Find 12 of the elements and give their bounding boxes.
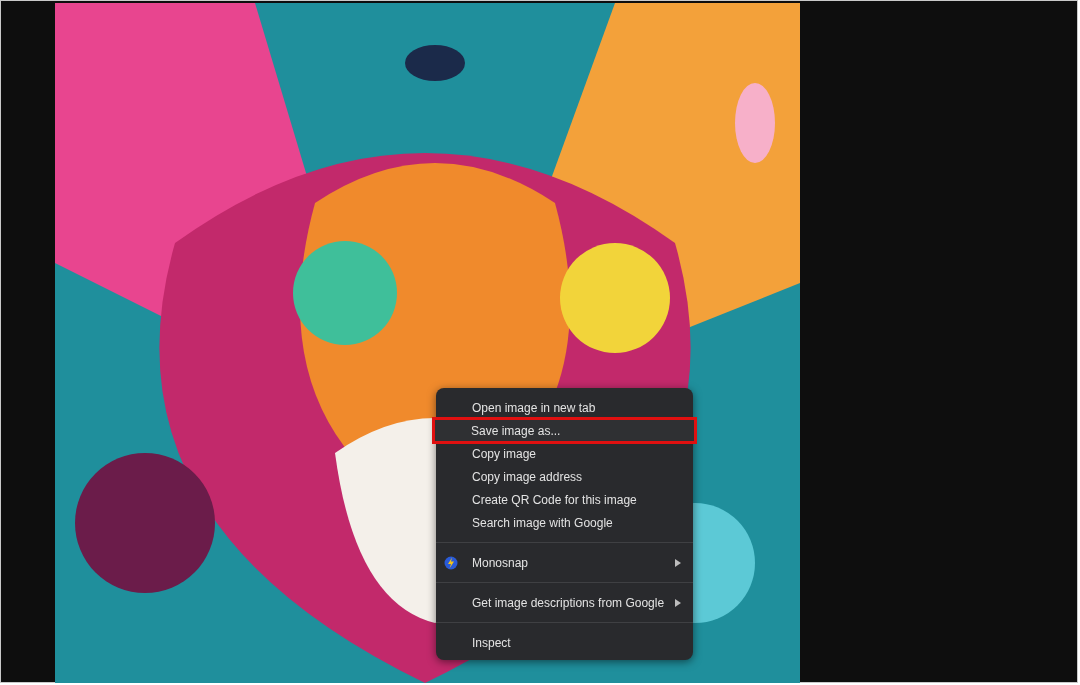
menu-item[interactable]: Monosnap (433, 551, 696, 574)
menu-item[interactable]: Inspect (433, 631, 696, 654)
lightning-icon (444, 555, 458, 570)
submenu-arrow-icon (675, 598, 681, 607)
menu-item[interactable]: Copy image address (433, 465, 696, 488)
menu-item[interactable]: Save image as... (432, 417, 697, 444)
menu-item[interactable]: Open image in new tab (433, 396, 696, 419)
submenu-arrow-icon (675, 558, 681, 567)
menu-item[interactable]: Copy image (433, 442, 696, 465)
menu-item[interactable]: Get image descriptions from Google (433, 591, 696, 614)
menu-item[interactable]: Create QR Code for this image (433, 488, 696, 511)
menu-item[interactable]: Search image with Google (433, 511, 696, 534)
